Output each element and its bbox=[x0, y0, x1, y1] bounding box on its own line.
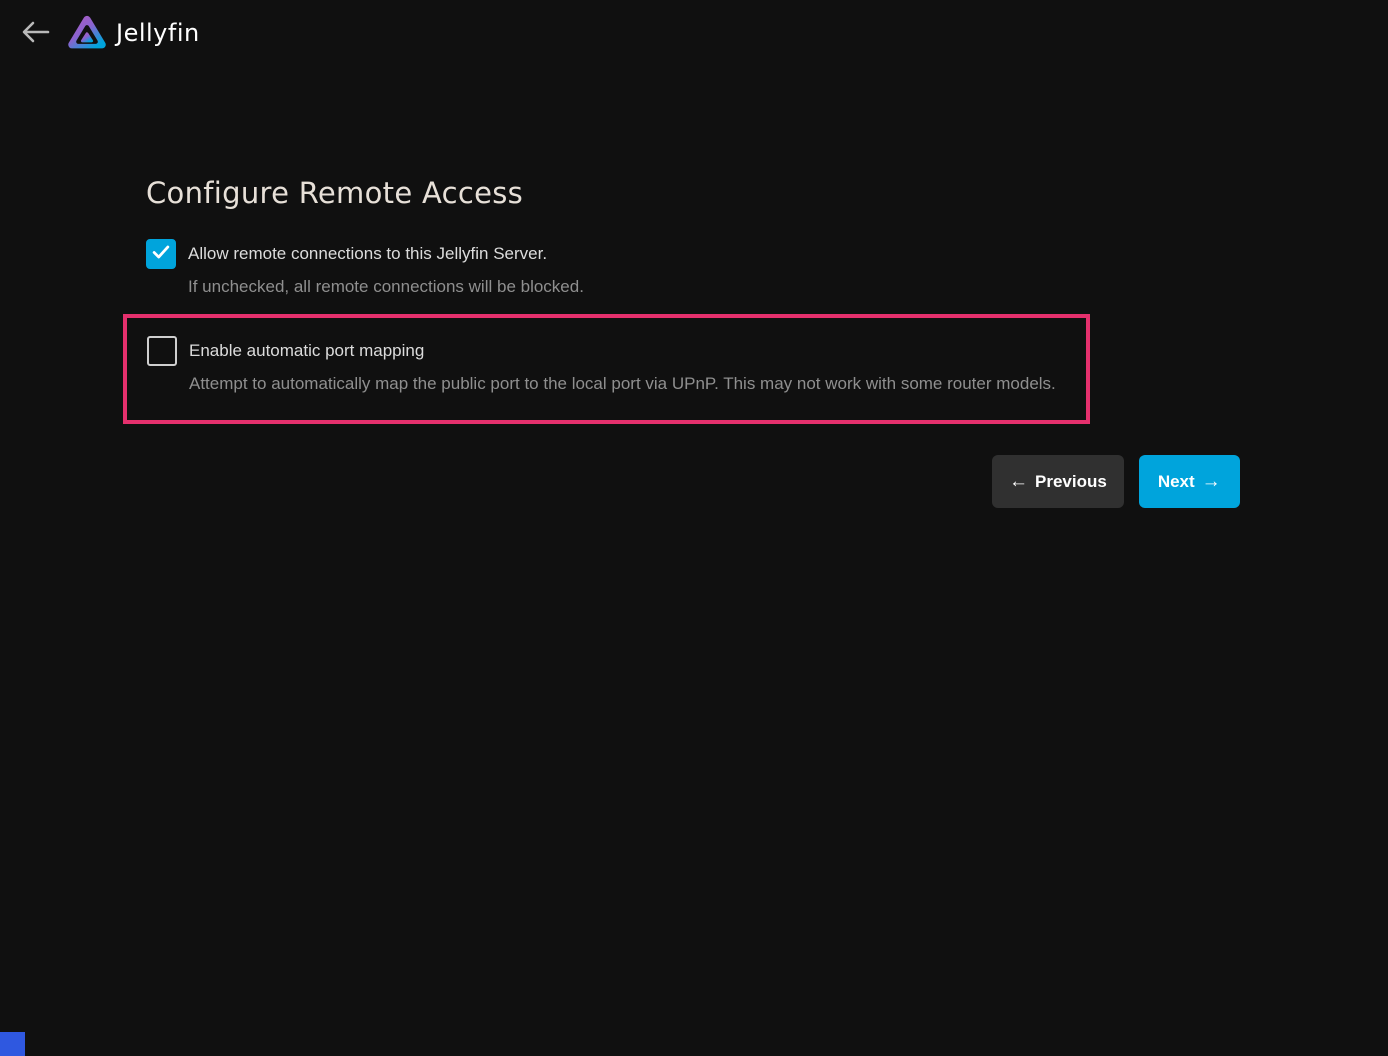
app-name: Jellyfin bbox=[116, 19, 200, 47]
enable-port-mapping-field: Enable automatic port mapping Attempt to… bbox=[147, 336, 1056, 394]
arrow-left-icon: ← bbox=[1009, 472, 1028, 491]
back-button[interactable] bbox=[16, 14, 54, 52]
jellyfin-logo-icon bbox=[67, 12, 107, 54]
header: Jellyfin bbox=[0, 0, 1388, 66]
page-title: Configure Remote Access bbox=[146, 176, 523, 210]
arrow-right-icon: → bbox=[1202, 472, 1221, 491]
next-button-label: Next bbox=[1158, 472, 1195, 492]
checkbox-description: Attempt to automatically map the public … bbox=[189, 374, 1056, 394]
previous-button-label: Previous bbox=[1035, 472, 1107, 492]
allow-remote-connections-text: Allow remote connections to this Jellyfi… bbox=[188, 239, 584, 297]
checkbox-label[interactable]: Enable automatic port mapping bbox=[189, 340, 1056, 361]
check-icon bbox=[150, 241, 172, 268]
enable-port-mapping-text: Enable automatic port mapping Attempt to… bbox=[189, 336, 1056, 394]
allow-remote-connections-field: Allow remote connections to this Jellyfi… bbox=[146, 239, 584, 297]
corner-marker bbox=[0, 1032, 25, 1056]
wizard-actions: ← Previous Next → bbox=[992, 455, 1240, 508]
remote-access-setup-page: { "header": { "app_name": "Jellyfin" }, … bbox=[0, 0, 1388, 1056]
next-button[interactable]: Next → bbox=[1139, 455, 1240, 508]
app-logo: Jellyfin bbox=[67, 12, 200, 54]
previous-button[interactable]: ← Previous bbox=[992, 455, 1124, 508]
arrow-left-icon bbox=[20, 20, 50, 47]
enable-port-mapping-checkbox[interactable] bbox=[147, 336, 177, 366]
checkbox-description: If unchecked, all remote connections wil… bbox=[188, 277, 584, 297]
checkbox-label[interactable]: Allow remote connections to this Jellyfi… bbox=[188, 243, 584, 264]
allow-remote-connections-checkbox[interactable] bbox=[146, 239, 176, 269]
